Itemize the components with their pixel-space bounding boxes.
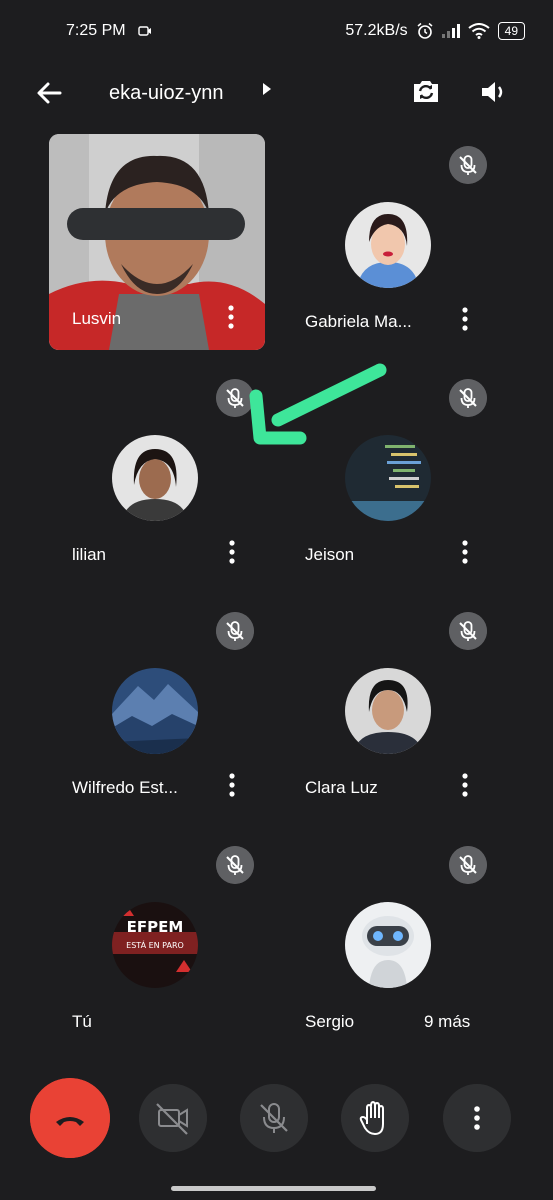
alarm-icon [417,22,433,39]
network-speed: 57.2kB/s [345,22,408,39]
more-options-icon[interactable] [223,302,239,332]
participant-tile[interactable]: Sergio [283,834,513,1052]
home-indicator[interactable] [171,1186,376,1191]
participant-name: Tú [72,1012,92,1031]
annotation-arrow [249,363,387,445]
end-call-icon[interactable] [30,1078,110,1158]
mic-muted-icon [449,612,487,650]
participant-tile-self[interactable]: EFPEM ESTÁ EN PARO Tú [50,834,280,1052]
more-options-icon[interactable] [457,304,473,334]
wifi-icon [468,23,490,39]
meeting-header: eka-uioz-ynn [0,62,553,122]
participant-avatar: EFPEM ESTÁ EN PARO [112,902,198,988]
back-arrow-icon[interactable] [34,78,64,108]
mic-muted-icon [216,846,254,884]
speaker-icon[interactable] [476,74,512,110]
more-options-icon[interactable] [224,537,240,567]
participant-avatar [112,668,198,754]
status-indicators: 57.2kB/s 49 [345,22,525,40]
battery-icon: 49 [497,22,525,40]
mic-muted-icon [216,612,254,650]
participant-avatar [112,435,198,521]
status-bar: 7:25 PM 57.2kB/s 49 [0,0,553,60]
caret-right-icon[interactable] [262,82,272,96]
participant-name: Wilfredo Est... [72,778,178,797]
participant-tile[interactable]: Gabriela Ma... [283,134,513,352]
mic-off-icon[interactable] [240,1084,308,1152]
more-options-icon[interactable] [457,770,473,800]
participant-name: Jeison [305,545,355,564]
efpem-logo-title: EFPEM [127,918,184,936]
camera-flip-icon[interactable] [408,74,444,110]
raise-hand-icon[interactable] [341,1084,409,1152]
more-options-icon[interactable] [457,537,473,567]
camera-off-icon[interactable] [139,1084,207,1152]
mic-muted-icon [449,146,487,184]
participant-tile[interactable]: Wilfredo Est... [50,600,280,818]
video-record-icon [138,26,151,36]
participant-name: Sergio [305,1012,355,1031]
participant-name: lilian [72,545,107,564]
call-controls [0,1070,553,1170]
participant-video-tile[interactable]: Lusvin [49,134,265,350]
participant-name: Clara Luz [305,778,378,797]
efpem-logo-subtitle: ESTÁ EN PARO [126,939,184,950]
more-participants-label[interactable]: 9 más [424,1012,470,1032]
participant-name: Lusvin [72,309,122,328]
mic-muted-icon [449,846,487,884]
more-options-icon[interactable] [224,770,240,800]
participant-tile[interactable]: Clara Luz [283,600,513,818]
more-vert-icon[interactable] [443,1084,511,1152]
participant-avatar [345,668,431,754]
participant-name: Gabriela Ma... [305,312,412,331]
signal-icon [441,24,460,38]
status-time: 7:25 PM [66,22,126,39]
participant-avatar [345,202,431,288]
meeting-code[interactable]: eka-uioz-ynn [109,82,224,105]
participant-avatar [345,902,431,988]
mic-muted-icon [449,379,487,417]
